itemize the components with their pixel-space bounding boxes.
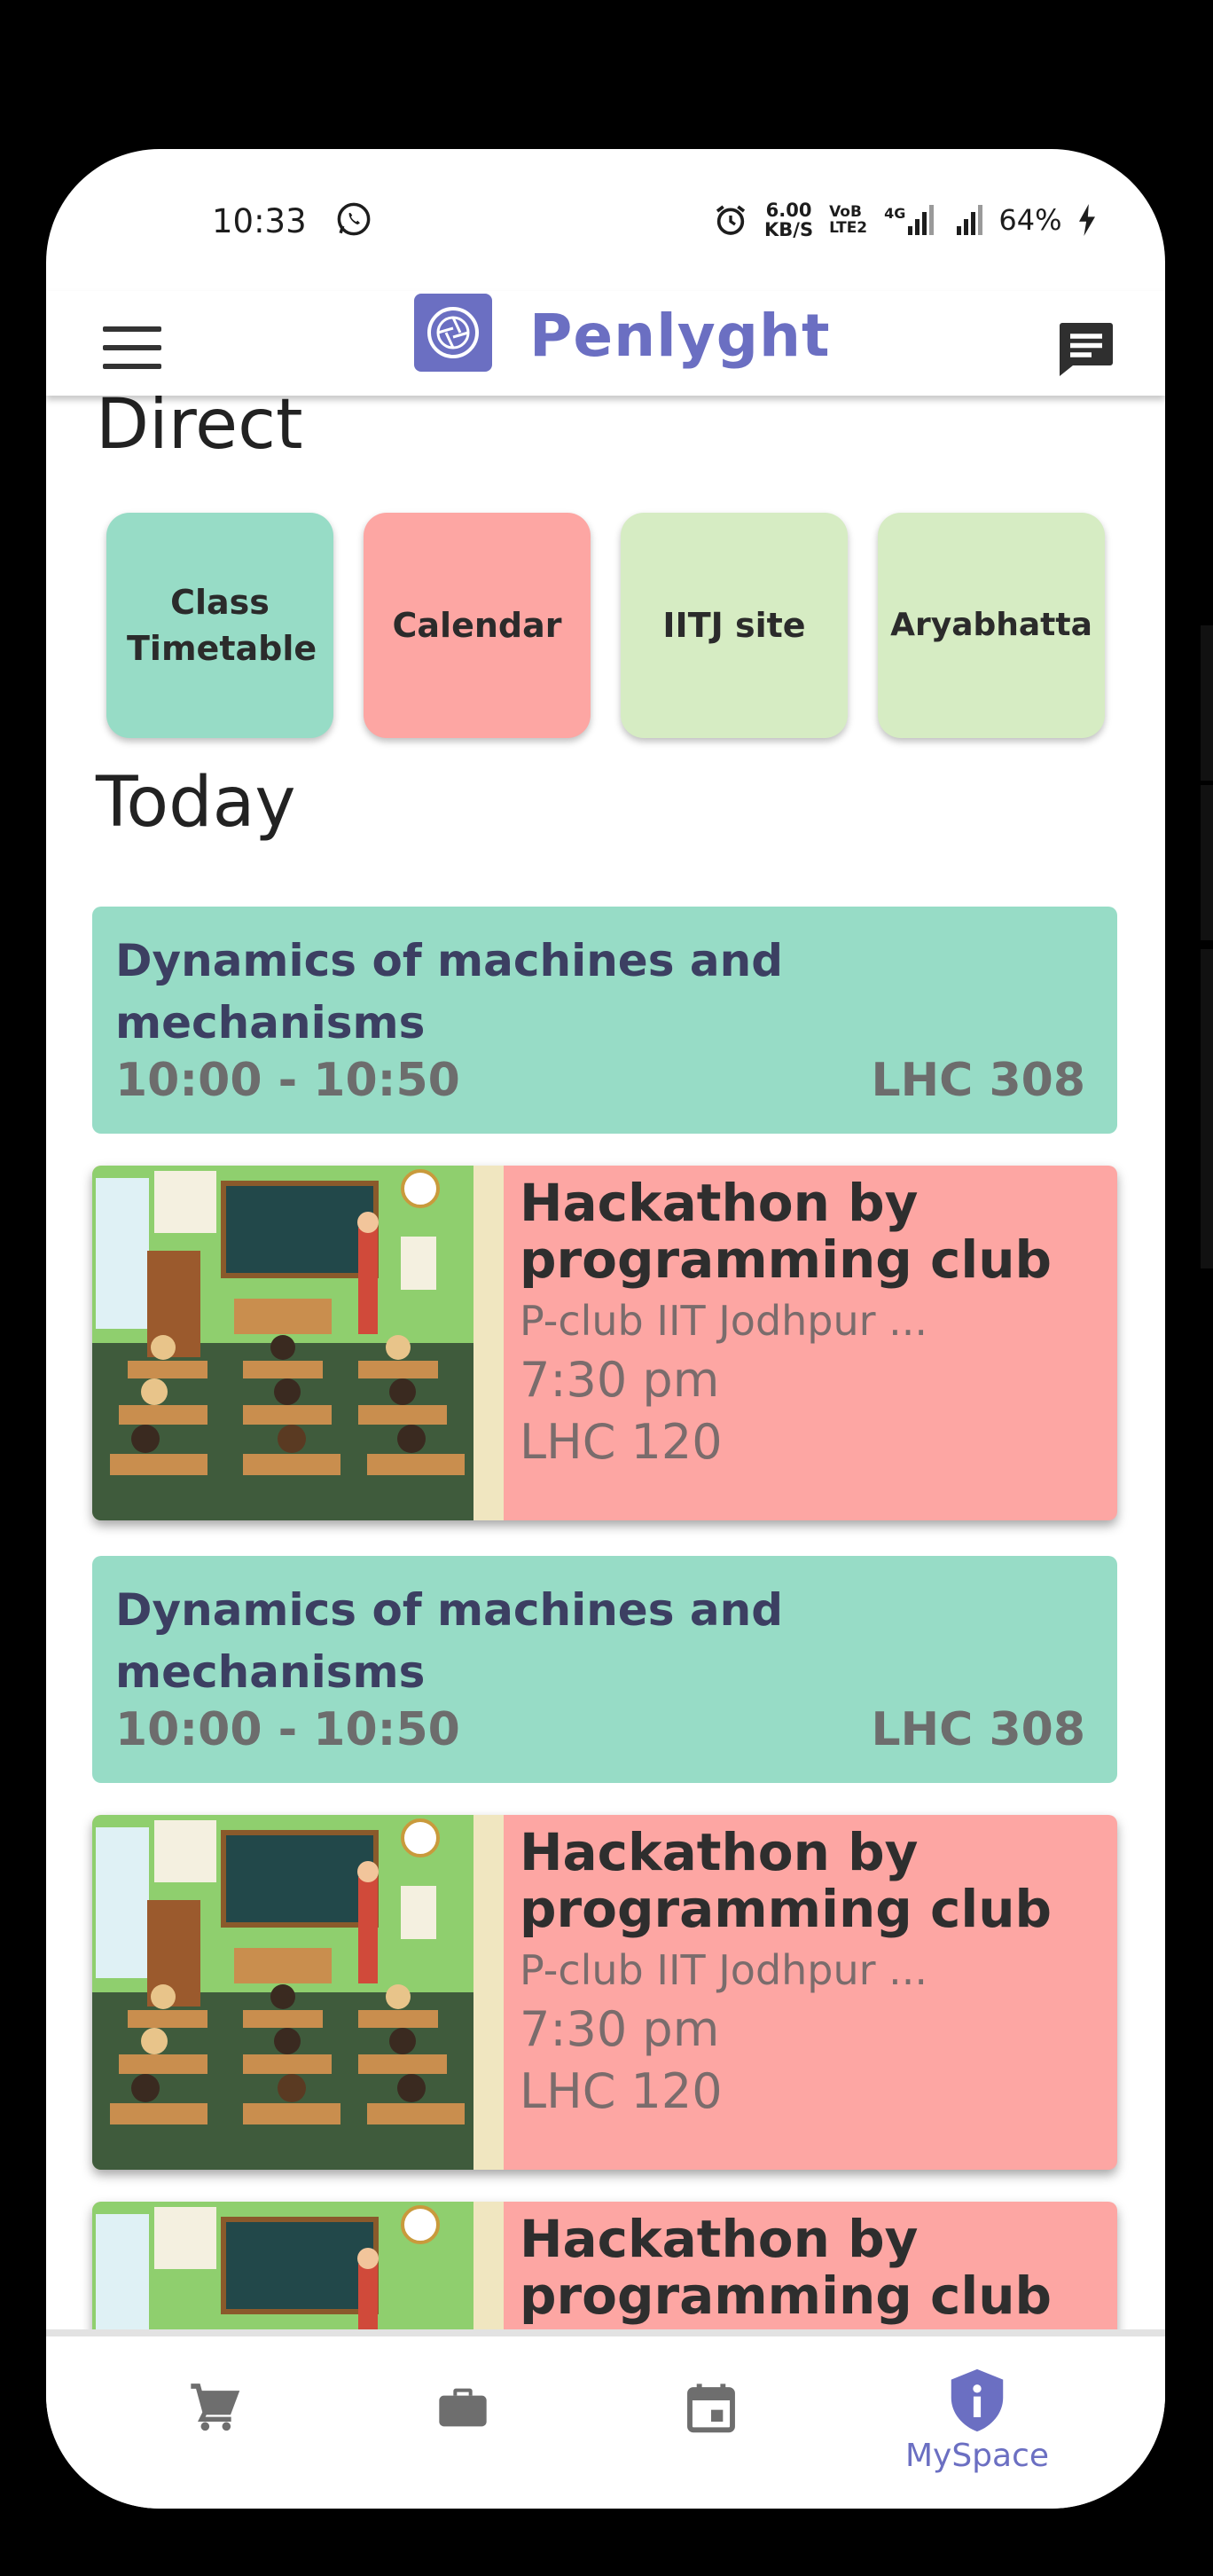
briefcase-icon [439,2388,487,2427]
event-title: Hackathon by programming club [520,1173,1053,1290]
menu-icon[interactable] [103,326,161,369]
tile-label: Calendar [392,606,562,645]
phone-frame: 10:33 6.00 KB/S VoB LTE2 4G 64% Penlyght… [0,0,1213,2576]
app-bar: Penlyght [46,291,1165,396]
classroom-image [92,1166,504,1520]
tile-aryabhatta[interactable]: Aryabhatta [878,513,1105,738]
class-name: Dynamics of machines and mechanisms [115,1584,784,1698]
event-card[interactable]: Hackathon by programming club P-club IIT… [92,1166,1117,1520]
power-button [1201,949,1213,1268]
class-room: LHC 308 [871,1703,1085,1756]
volte-indicator: VoB LTE2 [829,203,868,237]
status-icons: 6.00 KB/S VoB LTE2 4G 64% [713,200,1097,240]
network-speed: 6.00 KB/S [764,200,813,240]
tile-class-timetable[interactable]: Class Timetable [106,513,333,738]
event-card[interactable]: Hackathon by programming club [92,2202,1117,2329]
tile-label: Aryabhatta [890,607,1092,643]
screen: 10:33 6.00 KB/S VoB LTE2 4G 64% Penlyght… [46,149,1165,2509]
class-card[interactable]: Dynamics of machines and mechanisms 10:0… [92,1556,1117,1783]
nav-myspace-label: MySpace [904,2438,1050,2474]
tile-label: IITJ site [662,606,806,645]
status-time: 10:33 [212,202,307,240]
aperture-icon [427,307,479,358]
event-title: Hackathon by programming club [520,2209,1053,2326]
direct-tiles: Class Timetable Calendar IITJ site Aryab… [106,513,1105,738]
network-type: 4G [884,205,906,222]
alarm-icon [716,205,746,235]
classroom-image [92,2202,504,2329]
nav-calendar[interactable] [622,2379,800,2509]
status-bar: 10:33 6.00 KB/S VoB LTE2 4G 64% [46,149,1165,291]
event-card[interactable]: Hackathon by programming club P-club IIT… [92,1815,1117,2170]
class-time: 10:00 - 10:50 [115,1054,460,1107]
event-room: LHC 120 [520,1414,723,1470]
nav-shop[interactable] [126,2379,303,2509]
shield-info-icon [951,2368,1004,2432]
class-name: Dynamics of machines and mechanisms [115,935,784,1048]
bottom-nav: MySpace [46,2329,1165,2509]
today-heading: Today [96,763,296,843]
signal-4g-icon: 4G [884,205,935,235]
event-title: Hackathon by programming club [520,1822,1053,1939]
volume-button [1201,625,1213,781]
class-time: 10:00 - 10:50 [115,1703,460,1756]
whatsapp-icon [337,202,371,236]
event-room: LHC 120 [520,2063,723,2119]
nav-work[interactable] [374,2379,552,2509]
main-content[interactable]: Direct Class Timetable Calendar IITJ sit… [46,396,1165,2329]
classroom-image [92,1815,504,2170]
tile-calendar[interactable]: Calendar [364,513,591,738]
app-title: Penlyght [529,302,831,370]
class-card[interactable]: Dynamics of machines and mechanisms 10:0… [92,907,1117,1134]
event-time: 7:30 pm [520,1352,720,1408]
charging-icon [1079,204,1096,236]
volume-button-lower [1201,785,1213,940]
class-room: LHC 308 [871,1054,1085,1107]
cart-icon [191,2384,240,2431]
event-organizer: P-club IIT Jodhpur ... [520,1946,928,1994]
app-logo [414,294,492,372]
direct-heading: Direct [96,396,303,465]
event-organizer: P-club IIT Jodhpur ... [520,1297,928,1345]
tile-label: Class Timetable [127,583,317,668]
event-time: 7:30 pm [520,2001,720,2057]
tile-iitj-site[interactable]: IITJ site [621,513,848,738]
speed-value: 6.00 [765,200,812,221]
chat-icon[interactable] [1053,318,1120,381]
battery-percent: 64% [998,203,1062,237]
calendar-icon [687,2384,735,2433]
signal-icon [957,205,983,235]
speed-unit: KB/S [764,219,814,240]
nav-myspace[interactable]: MySpace [888,2367,1066,2500]
